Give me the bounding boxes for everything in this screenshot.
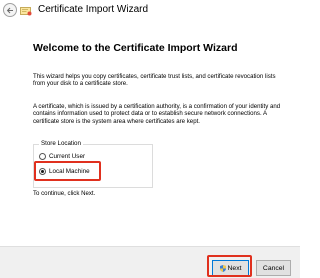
radio-current-user[interactable]: Current User	[39, 153, 85, 160]
continue-instruction: To continue, click Next.	[33, 190, 96, 197]
window-title: Certificate Import Wizard	[38, 4, 149, 15]
cancel-button[interactable]: Cancel	[256, 260, 291, 276]
radio-current-user-label: Current User	[49, 153, 86, 160]
next-highlight-box	[207, 255, 252, 277]
radio-current-user-button[interactable]	[39, 153, 46, 160]
intro-text: This wizard helps you copy certificates,…	[33, 73, 276, 88]
page-heading: Welcome to the Certificate Import Wizard	[33, 42, 238, 54]
title-bar: Certificate Import Wizard	[0, 0, 300, 28]
cancel-button-label: Cancel	[262, 264, 285, 272]
back-arrow-icon[interactable]	[3, 3, 17, 17]
store-location-legend: Store Location	[39, 140, 83, 147]
description-text: A certificate, which is issued by a cert…	[33, 103, 281, 125]
certificate-icon	[20, 4, 33, 16]
wizard-content: Welcome to the Certificate Import Wizard…	[0, 28, 300, 246]
wizard-footer: Next Cancel	[0, 246, 300, 278]
local-machine-highlight-box	[34, 161, 101, 181]
